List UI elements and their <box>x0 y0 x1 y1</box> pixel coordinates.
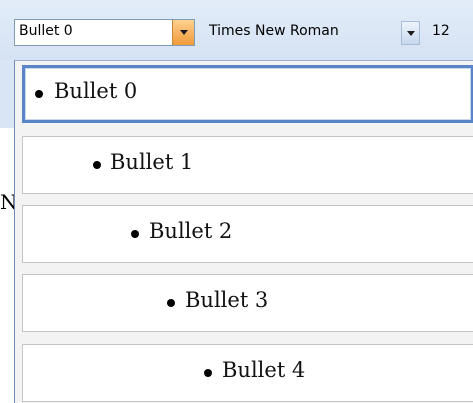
style-option-label: Bullet 0 <box>54 79 138 103</box>
bullet-icon <box>204 369 212 377</box>
style-option-bullet-4[interactable]: Bullet 4 <box>22 344 473 402</box>
bullet-icon <box>167 299 175 307</box>
bullet-icon <box>35 90 43 98</box>
font-combobox-value[interactable]: Times New Roman <box>209 23 339 39</box>
style-gallery-dropdown: Bullet 0 Bullet 1 Bullet 2 Bullet 3 Bull… <box>14 60 473 403</box>
font-dropdown-button[interactable] <box>401 21 420 45</box>
bullet-icon <box>93 161 101 169</box>
style-option-bullet-3[interactable]: Bullet 3 <box>22 274 473 332</box>
formatting-toolbar: Bullet 0 Times New Roman 12 <box>0 0 473 60</box>
style-option-bullet-2[interactable]: Bullet 2 <box>22 205 473 263</box>
style-option-bullet-0[interactable]: Bullet 0 <box>22 65 473 123</box>
style-option-label: Bullet 1 <box>110 150 194 174</box>
style-option-bullet-1[interactable]: Bullet 1 <box>22 136 473 194</box>
font-size-value[interactable]: 12 <box>432 23 450 39</box>
style-option-label: Bullet 2 <box>149 219 233 243</box>
style-combobox[interactable]: Bullet 0 <box>14 19 195 46</box>
style-option-label: Bullet 4 <box>222 358 306 382</box>
chevron-down-icon <box>179 30 188 35</box>
style-combobox-value[interactable]: Bullet 0 <box>19 23 73 39</box>
style-option-label: Bullet 3 <box>185 288 269 312</box>
style-dropdown-button[interactable] <box>172 20 194 45</box>
chevron-down-icon <box>406 30 415 36</box>
bullet-icon <box>131 230 139 238</box>
